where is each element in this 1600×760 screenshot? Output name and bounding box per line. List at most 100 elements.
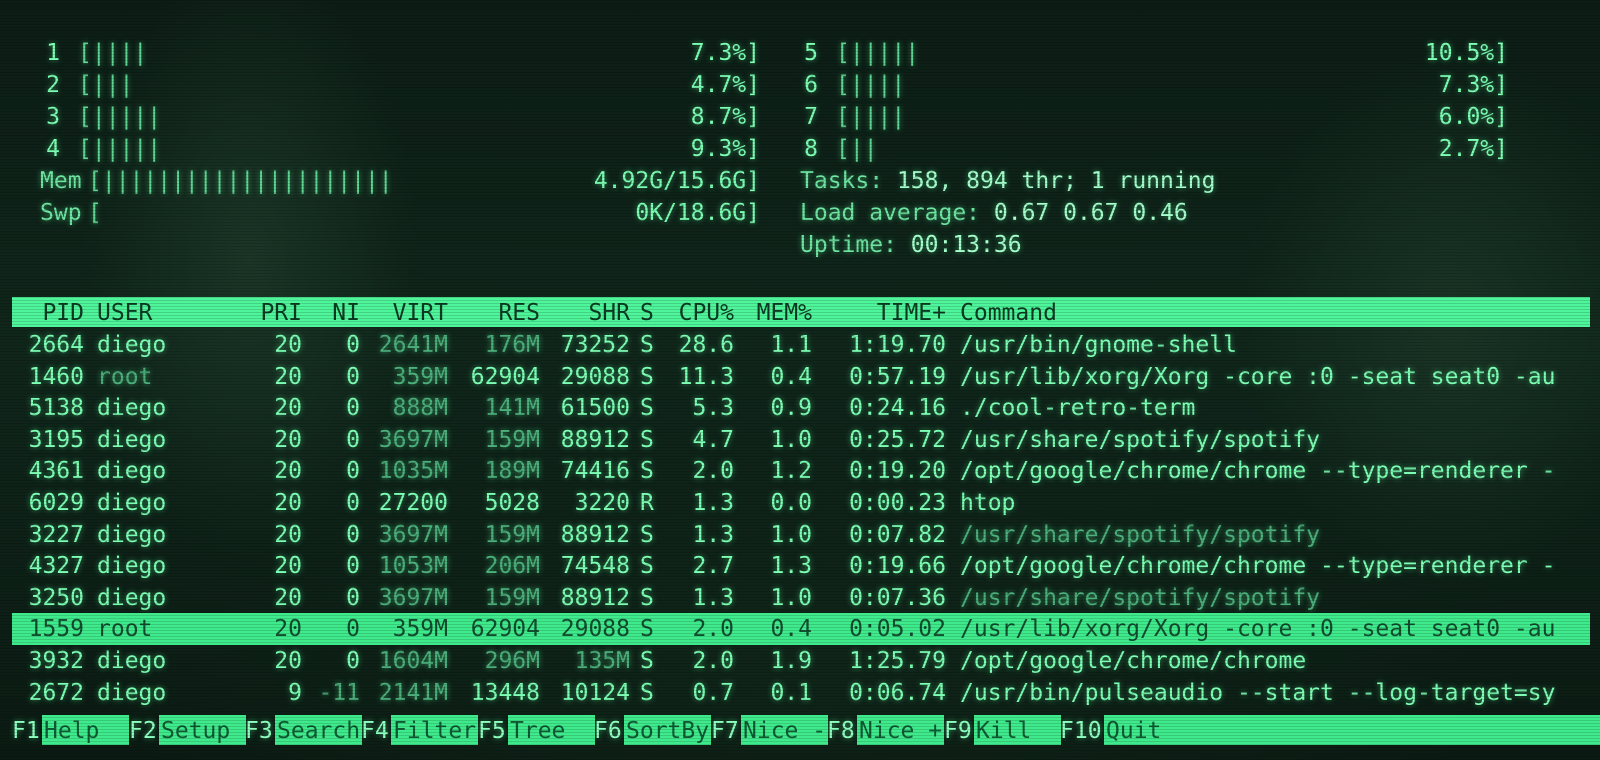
- cpu-number: 4: [46, 136, 60, 162]
- virt-cell: 3697M: [378, 584, 448, 611]
- user-cell: diego: [97, 553, 167, 580]
- res-cell: 62904: [470, 363, 540, 390]
- user-cell: root: [97, 363, 153, 390]
- command-cell: /usr/share/spotify/spotify: [960, 584, 1321, 611]
- cpu-cell: 2.0: [692, 616, 734, 643]
- table-row[interactable]: 6029 diego 20 0 27200 5028 3220 R 1.3 0.0 0:00.23 h…: [12, 487, 1590, 519]
- table-row[interactable]: 4361 diego 20 0 1035M 189M 74416 S 2.0 1.2 0:19.20…: [12, 455, 1590, 487]
- state-cell: S: [640, 616, 654, 643]
- state-cell: S: [640, 584, 654, 611]
- table-row[interactable]: 4327 diego 20 0 1053M 206M 74548 S 2.7 1.3 0:19.66…: [12, 550, 1590, 582]
- table-row[interactable]: 5138 diego 20 0 888M 141M 61500 S 5.3 0.9 0:24.16.…: [12, 392, 1590, 424]
- column-user[interactable]: USER: [97, 297, 227, 329]
- function-key-label: Nice +: [857, 715, 944, 745]
- cpu-bar: [|||||: [78, 104, 162, 130]
- function-key-number: F3: [245, 718, 273, 744]
- res-cell: 176M: [484, 332, 540, 358]
- pid-cell: 2672: [28, 679, 84, 706]
- cpu-number: 8: [804, 136, 818, 162]
- priority-cell: 20: [274, 648, 302, 674]
- uptime-value: 00:13:36: [910, 232, 1022, 258]
- pid-cell: 6029: [28, 490, 84, 516]
- table-row[interactable]: 2672 diego 9 -11 2141M 13448 10124 S 0.7 0.1 0:06.…: [12, 677, 1590, 709]
- mem-cell: 1.9: [770, 648, 812, 674]
- column-res[interactable]: RES: [448, 297, 540, 329]
- cpu-cell: 1.3: [692, 584, 734, 611]
- virt-cell: 1053M: [378, 553, 448, 580]
- column-ni[interactable]: NI: [302, 297, 360, 329]
- column-command[interactable]: Command: [960, 297, 1590, 329]
- tasks-meter: Tasks: 158, 894 thr; 1 running: [800, 165, 1215, 197]
- pid-cell: 1460: [28, 363, 84, 390]
- function-key-number: F1: [12, 718, 40, 744]
- column-cpu[interactable]: CPU%: [662, 297, 734, 329]
- state-cell: S: [640, 458, 654, 485]
- cpu-number: 3: [46, 104, 60, 130]
- virt-cell: 359M: [392, 363, 448, 390]
- user-cell: root: [97, 616, 153, 643]
- nice-cell: 0: [346, 490, 360, 516]
- column-pid[interactable]: PID: [12, 297, 84, 329]
- pid-cell: 1559: [28, 616, 84, 643]
- function-key-label: Quit: [1104, 715, 1600, 745]
- command-cell: /opt/google/chrome/chrome: [960, 648, 1307, 674]
- virt-cell: 2641M: [378, 332, 448, 358]
- virt-cell: 1035M: [378, 458, 448, 485]
- memory-bar: [|||||||||||||||||||||: [88, 168, 393, 194]
- cpu-bar: [|||: [78, 72, 134, 98]
- priority-cell: 20: [274, 332, 302, 358]
- cpu-meter-4: 4 [||||| 9.3%]: [40, 133, 760, 165]
- column-mem[interactable]: MEM%: [734, 297, 812, 329]
- cpu-bar: [|||||: [78, 136, 162, 162]
- virt-cell: 2141M: [378, 679, 448, 706]
- pid-cell: 5138: [28, 395, 84, 422]
- function-key-number: F2: [129, 718, 157, 744]
- table-row[interactable]: 1460 root 20 0 359M 62904 29088 S 11.3 0.4 0:57.19…: [12, 361, 1590, 393]
- memory-label: Mem: [40, 168, 82, 194]
- table-row[interactable]: 3932 diego 20 0 1604M 296M 135M S 2.0 1.9 1:25.79 /…: [12, 645, 1590, 677]
- priority-cell: 20: [274, 363, 302, 390]
- function-key-bar: F1 Help F2 Setup F3 Search F4 Filter F5 Tree F6 Sor…: [12, 715, 1600, 747]
- command-cell: ./cool-retro-term: [960, 395, 1196, 422]
- table-row[interactable]: 3250 diego 20 0 3697M 159M 88912 S 1.3 1.0 0:07.36…: [12, 582, 1590, 614]
- column-virt[interactable]: VIRT: [360, 297, 448, 329]
- memory-meter: Mem [||||||||||||||||||||| 4.92G/15.6G]: [40, 165, 760, 197]
- shr-cell: 135M: [574, 648, 630, 674]
- cpu-value: 2.7%]: [1438, 136, 1508, 162]
- table-row-selected[interactable]: 1559 root 20 0 359M 62904 29088 S 2.0 0.4 0:05.02 /…: [12, 613, 1590, 646]
- cpu-cell: 2.0: [692, 458, 734, 485]
- table-row[interactable]: 2664 diego 20 0 2641M 176M 73252 S 28.6 1.1 1:19.7…: [12, 329, 1590, 361]
- state-cell: S: [640, 363, 654, 390]
- function-key-number: F5: [478, 718, 506, 744]
- res-cell: 159M: [484, 426, 540, 453]
- column-time[interactable]: TIME+: [812, 297, 946, 329]
- priority-cell: 20: [274, 616, 302, 643]
- function-key-label: Search: [275, 715, 362, 745]
- cpu-value: 8.7%]: [690, 104, 760, 130]
- mem-cell: 1.0: [770, 426, 812, 453]
- command-cell: /opt/google/chrome/chrome --type=rendere…: [960, 553, 1556, 580]
- res-cell: 159M: [484, 584, 540, 611]
- column-pri[interactable]: PRI: [212, 297, 302, 329]
- mem-cell: 1.2: [770, 458, 812, 485]
- table-row[interactable]: 3227 diego 20 0 3697M 159M 88912 S 1.3 1.0 0:07.82…: [12, 519, 1590, 551]
- command-cell: htop: [960, 490, 1016, 516]
- state-cell: S: [640, 395, 654, 422]
- command-cell: /usr/lib/xorg/Xorg -core :0 -seat seat0 …: [960, 363, 1556, 390]
- mem-cell: 0.4: [770, 616, 812, 643]
- cpu-value: 6.0%]: [1438, 104, 1508, 130]
- column-shr[interactable]: SHR: [540, 297, 630, 329]
- cpu-number: 7: [804, 104, 818, 130]
- nice-cell: 0: [346, 648, 360, 674]
- table-row[interactable]: 3195 diego 20 0 3697M 159M 88912 S 4.7 1.0 0:25.72…: [12, 424, 1590, 456]
- shr-cell: 61500: [560, 395, 630, 422]
- virt-cell: 359M: [392, 616, 448, 643]
- mem-cell: 0.9: [770, 395, 812, 422]
- virt-cell: 3697M: [378, 521, 448, 548]
- time-cell: 0:06.74: [849, 679, 946, 706]
- time-cell: 0:57.19: [849, 363, 946, 390]
- function-key-label: Setup: [159, 715, 246, 745]
- function-key-label: Kill: [974, 715, 1061, 745]
- column-state[interactable]: S: [640, 297, 662, 329]
- res-cell: 296M: [484, 648, 540, 674]
